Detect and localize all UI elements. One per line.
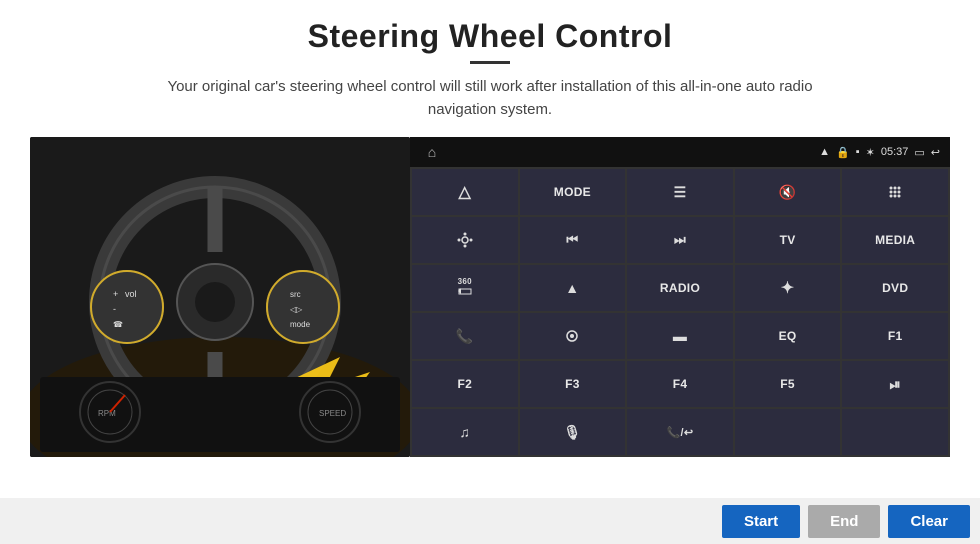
wifi-icon: ▲ [819, 146, 830, 158]
time-display: 05:37 [881, 146, 909, 158]
sim-icon: ▪ [856, 146, 860, 158]
page-container: Steering Wheel Control Your original car… [0, 0, 980, 544]
status-left: ⌂ [420, 142, 444, 162]
grid-btn-menu[interactable]: ☰ [627, 169, 733, 215]
grid-btn-tv[interactable]: TV [735, 217, 841, 263]
page-subtitle: Your original car's steering wheel contr… [150, 76, 830, 121]
start-button[interactable]: Start [722, 505, 800, 538]
grid-btn-f4[interactable]: F4 [627, 361, 733, 407]
status-bar: ⌂ ▲ 🔒 ▪ ✶ 05:37 ▭ ↩ [410, 137, 950, 167]
grid-btn-eject[interactable]: ▲ [520, 265, 626, 311]
grid-btn-mode[interactable]: MODE [520, 169, 626, 215]
svg-text:◁▷: ◁▷ [290, 305, 303, 314]
steering-wheel-image: + vol - ☎ src ◁▷ mode RPM SP [30, 137, 410, 457]
grid-btn-empty1[interactable] [735, 409, 841, 455]
svg-text:-: - [113, 304, 116, 314]
svg-text:mode: mode [290, 320, 311, 329]
grid-btn-empty2[interactable] [842, 409, 948, 455]
lock-icon: 🔒 [836, 146, 850, 159]
grid-btn-phone[interactable]: 📞 [412, 313, 518, 359]
grid-btn-apps[interactable] [842, 169, 948, 215]
grid-btn-play-pause[interactable]: ⏯ [842, 361, 948, 407]
svg-text:RPM: RPM [98, 409, 116, 418]
grid-btn-f2[interactable]: F2 [412, 361, 518, 407]
grid-btn-media[interactable]: MEDIA [842, 217, 948, 263]
grid-btn-navigate[interactable]: △ [412, 169, 518, 215]
svg-text:src: src [290, 290, 301, 299]
grid-btn-eq[interactable]: EQ [735, 313, 841, 359]
grid-btn-navi[interactable] [520, 313, 626, 359]
grid-btn-f3[interactable]: F3 [520, 361, 626, 407]
status-right: ▲ 🔒 ▪ ✶ 05:37 ▭ ↩ [819, 146, 940, 159]
android-panel: ⌂ ▲ 🔒 ▪ ✶ 05:37 ▭ ↩ △MODE☰🔇⏮⏭TVMEDIA360▲… [410, 137, 950, 457]
bluetooth-icon: ✶ [866, 146, 875, 159]
back-icon: ↩ [931, 146, 940, 159]
grid-btn-radio[interactable]: RADIO [627, 265, 733, 311]
grid-btn-dvd[interactable]: DVD [842, 265, 948, 311]
grid-btn-settings[interactable] [412, 217, 518, 263]
svg-text:SPEED: SPEED [319, 409, 346, 418]
svg-text:vol: vol [125, 289, 137, 299]
page-title: Steering Wheel Control [308, 18, 673, 55]
content-row: + vol - ☎ src ◁▷ mode RPM SP [30, 137, 950, 457]
grid-btn-mirror[interactable]: ▬ [627, 313, 733, 359]
end-button[interactable]: End [808, 505, 880, 538]
bottom-buttons-bar: Start End Clear [0, 498, 980, 544]
grid-btn-hangup[interactable]: 📞/↩ [627, 409, 733, 455]
title-divider [470, 61, 510, 64]
clear-button[interactable]: Clear [888, 505, 970, 538]
grid-btn-f5[interactable]: F5 [735, 361, 841, 407]
grid-btn-brightness[interactable]: ✦ [735, 265, 841, 311]
grid-btn-360cam[interactable]: 360 [412, 265, 518, 311]
grid-btn-next[interactable]: ⏭ [627, 217, 733, 263]
grid-btn-f1[interactable]: F1 [842, 313, 948, 359]
grid-btn-mic[interactable]: 🎙 [520, 409, 626, 455]
screen-icon: ▭ [914, 146, 924, 159]
grid-btn-mute[interactable]: 🔇 [735, 169, 841, 215]
grid-btn-prev[interactable]: ⏮ [520, 217, 626, 263]
svg-text:+: + [113, 289, 118, 299]
home-icon[interactable]: ⌂ [420, 142, 444, 162]
grid-btn-music[interactable]: ♫ [412, 409, 518, 455]
control-button-grid: △MODE☰🔇⏮⏭TVMEDIA360▲RADIO✦DVD📞▬EQF1F2F3F… [410, 167, 950, 457]
svg-text:☎: ☎ [113, 320, 123, 329]
